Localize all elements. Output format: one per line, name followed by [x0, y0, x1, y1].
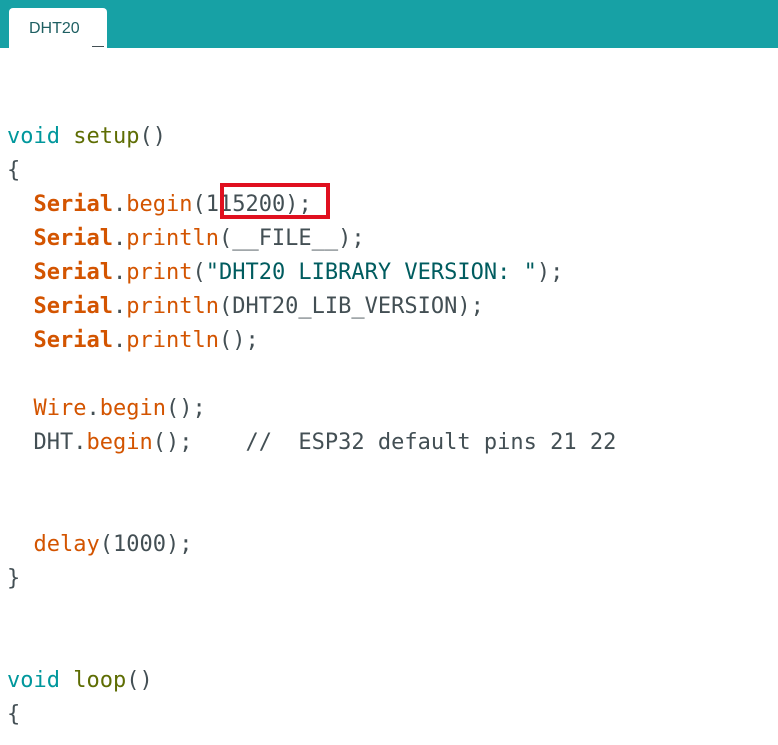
code-line-setup: void setup() [7, 124, 166, 149]
code-line-serial-print-version: Serial.print("DHT20 LIBRARY VERSION: "); [33, 260, 564, 285]
code-line-brace-open: { [7, 158, 21, 183]
code-line-serial-println-lib: Serial.println(DHT20_LIB_VERSION); [33, 294, 484, 319]
code-line-loop: void loop() [7, 668, 153, 693]
tab-label: DHT20 [29, 20, 80, 37]
code-line-wire-begin: Wire.begin(); [33, 396, 206, 421]
highlight-box [220, 183, 330, 219]
code-line-dht-begin: DHT.begin(); // ESP32 default pins 21 22 [33, 430, 617, 455]
code-line-serial-println-empty: Serial.println(); [33, 328, 259, 353]
tab-menu-underline [92, 46, 104, 47]
tab-dht20[interactable]: DHT20 [9, 8, 107, 48]
tab-bar: DHT20 [0, 0, 778, 48]
code-line-serial-println-file: Serial.println(__FILE__); [33, 226, 365, 251]
code-comment: // ESP32 default pins 21 22 [245, 430, 617, 455]
code-line-loop-brace: { [7, 702, 21, 727]
code-editor[interactable]: void setup() { Serial.begin(115200); Ser… [0, 48, 778, 745]
code-line-delay: delay(1000); [33, 532, 193, 557]
code-line-brace-close: } [7, 566, 21, 591]
